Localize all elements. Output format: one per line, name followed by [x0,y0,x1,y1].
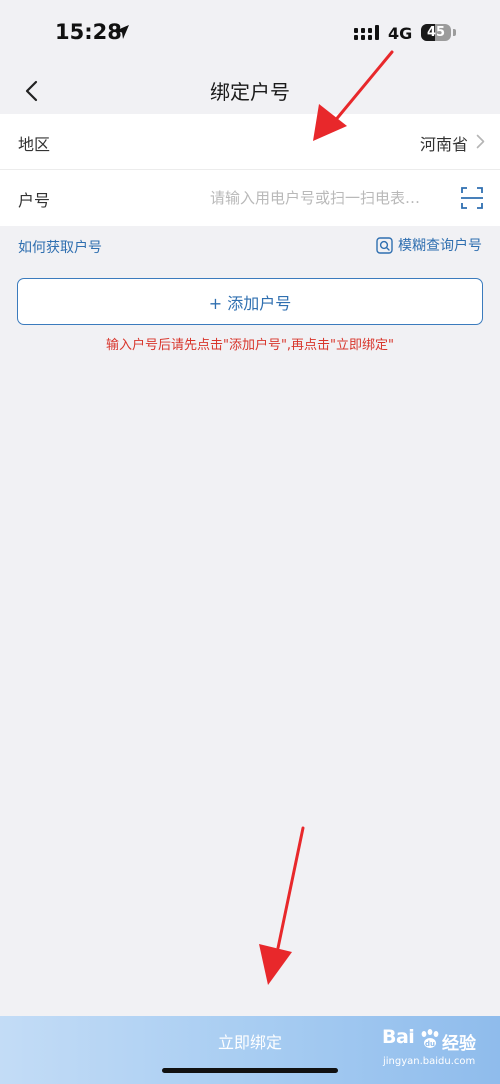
fuzzy-search-label: 模糊查询户号 [398,238,482,254]
svg-text:du: du [425,1040,435,1048]
region-value: 河南省 [419,135,468,154]
bottom-bar: 立即绑定 Bai du 经验 jingyan.baidu.com [0,1016,500,1084]
baidu-watermark: Bai du 经验 jingyan.baidu.com [382,1026,494,1078]
region-row[interactable]: 地区 河南省 [0,114,500,170]
form-card: 地区 河南省 户号 [0,114,500,226]
watermark-brand: Bai [382,1026,415,1048]
helper-links: 如何获取户号 模糊查询户号 [0,226,500,266]
account-label: 户号 [18,191,51,210]
account-input[interactable] [210,186,442,210]
battery-level: 45 [426,25,446,40]
signal-icon [354,25,380,45]
watermark-url: jingyan.baidu.com [383,1056,476,1067]
chevron-right-icon [476,134,485,149]
region-label: 地区 [18,135,51,154]
location-arrow-icon [113,23,131,45]
hint-text: 输入户号后请先点击"添加户号",再点击"立即绑定" [105,338,395,353]
page-title: 绑定户号 [210,80,290,104]
add-account-button[interactable]: + 添加户号 [17,278,483,325]
battery-icon: 45 [421,24,451,41]
status-time: 15:28 [55,20,122,44]
search-icon [376,236,393,254]
how-to-get-link[interactable]: 如何获取户号 [18,237,102,257]
fuzzy-search-link[interactable]: 模糊查询户号 [376,235,482,255]
battery-cap [453,29,456,36]
annotation-arrow-bottom [259,826,305,985]
paw-icon: du [421,1029,439,1048]
scan-icon[interactable] [461,186,483,210]
watermark-jingyan: 经验 [442,1034,476,1054]
nav-bar: 绑定户号 [0,66,500,114]
status-bar: 15:28 4G 45 [0,0,500,66]
account-row: 户号 [0,170,500,226]
network-label: 4G [388,24,413,43]
home-indicator [162,1068,338,1073]
